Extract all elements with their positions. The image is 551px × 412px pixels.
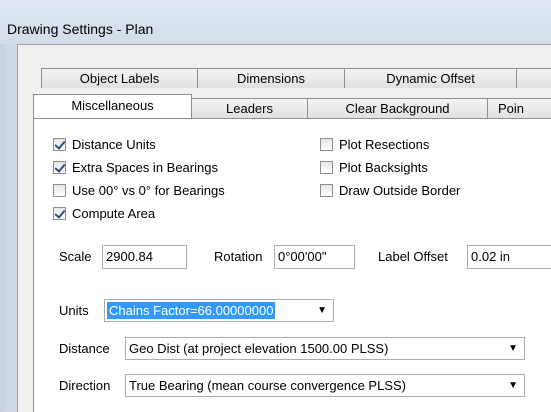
check-icon — [53, 160, 66, 174]
tab-leaders[interactable]: Leaders — [191, 98, 308, 118]
settings-dialog: Object Labels Dimensions Dynamic Offset … — [17, 44, 551, 412]
tab-dimensions[interactable]: Dimensions — [197, 68, 345, 88]
window-title: Drawing Settings - Plan — [7, 21, 154, 37]
label-offset-label: Label Offset — [378, 249, 448, 264]
extra-spaces-label: Extra Spaces in Bearings — [72, 159, 218, 175]
label-offset-input[interactable]: 0.02 in — [467, 245, 551, 269]
scale-input[interactable]: 2900.84 — [102, 245, 187, 269]
distance-units-checkbox[interactable]: Distance Units — [53, 135, 156, 153]
check-icon — [53, 137, 66, 151]
distance-value: Geo Dist (at project elevation 1500.00 P… — [129, 341, 389, 356]
tab-object-labels[interactable]: Object Labels — [41, 68, 198, 88]
plot-resections-checkbox[interactable]: Plot Resections — [320, 135, 429, 153]
tab-clear-background[interactable]: Clear Background — [307, 98, 488, 118]
units-value: Chains Factor=66.00000000 — [107, 302, 276, 319]
use-00-label: Use 00° vs 0° for Bearings — [72, 182, 225, 198]
plot-backsights-label: Plot Backsights — [339, 159, 428, 175]
direction-label: Direction — [59, 378, 111, 393]
window-left-edge — [0, 0, 5, 411]
draw-outside-border-checkbox[interactable]: Draw Outside Border — [320, 181, 460, 199]
rotation-label: Rotation — [214, 249, 263, 264]
units-dropdown[interactable]: Chains Factor=66.00000000 ▼ — [104, 299, 334, 322]
tab-miscellaneous[interactable]: Miscellaneous — [33, 94, 192, 118]
plot-resections-label: Plot Resections — [339, 136, 430, 152]
plot-backsights-checkbox[interactable]: Plot Backsights — [320, 158, 428, 176]
checkbox-box — [320, 183, 333, 197]
rotation-input[interactable]: 0°00'00" — [274, 245, 355, 269]
check-icon — [53, 206, 66, 220]
checkbox-box — [320, 160, 333, 174]
compute-area-checkbox[interactable]: Compute Area — [53, 204, 155, 222]
chevron-down-icon[interactable]: ▼ — [317, 300, 327, 321]
checkbox-box — [320, 137, 333, 151]
use-00-checkbox[interactable]: Use 00° vs 0° for Bearings — [53, 181, 225, 199]
chevron-down-icon[interactable]: ▼ — [508, 338, 518, 359]
units-label: Units — [59, 303, 89, 318]
tab-overflow[interactable] — [516, 68, 551, 88]
checkbox-box — [53, 183, 66, 197]
draw-outside-border-label: Draw Outside Border — [339, 182, 461, 198]
title-bar[interactable]: Drawing Settings - Plan — [0, 0, 551, 44]
direction-dropdown[interactable]: True Bearing (mean course convergence PL… — [125, 374, 525, 397]
scale-label: Scale — [59, 249, 92, 264]
distance-label: Distance — [59, 341, 110, 356]
direction-value: True Bearing (mean course convergence PL… — [129, 378, 406, 393]
chevron-down-icon[interactable]: ▼ — [508, 375, 518, 396]
distance-dropdown[interactable]: Geo Dist (at project elevation 1500.00 P… — [125, 337, 525, 360]
extra-spaces-checkbox[interactable]: Extra Spaces in Bearings — [53, 158, 218, 176]
compute-area-label: Compute Area — [72, 205, 156, 221]
tab-dynamic-offset[interactable]: Dynamic Offset — [344, 68, 517, 88]
tab-points[interactable]: Poin — [487, 98, 551, 118]
distance-units-label: Distance Units — [72, 136, 156, 152]
